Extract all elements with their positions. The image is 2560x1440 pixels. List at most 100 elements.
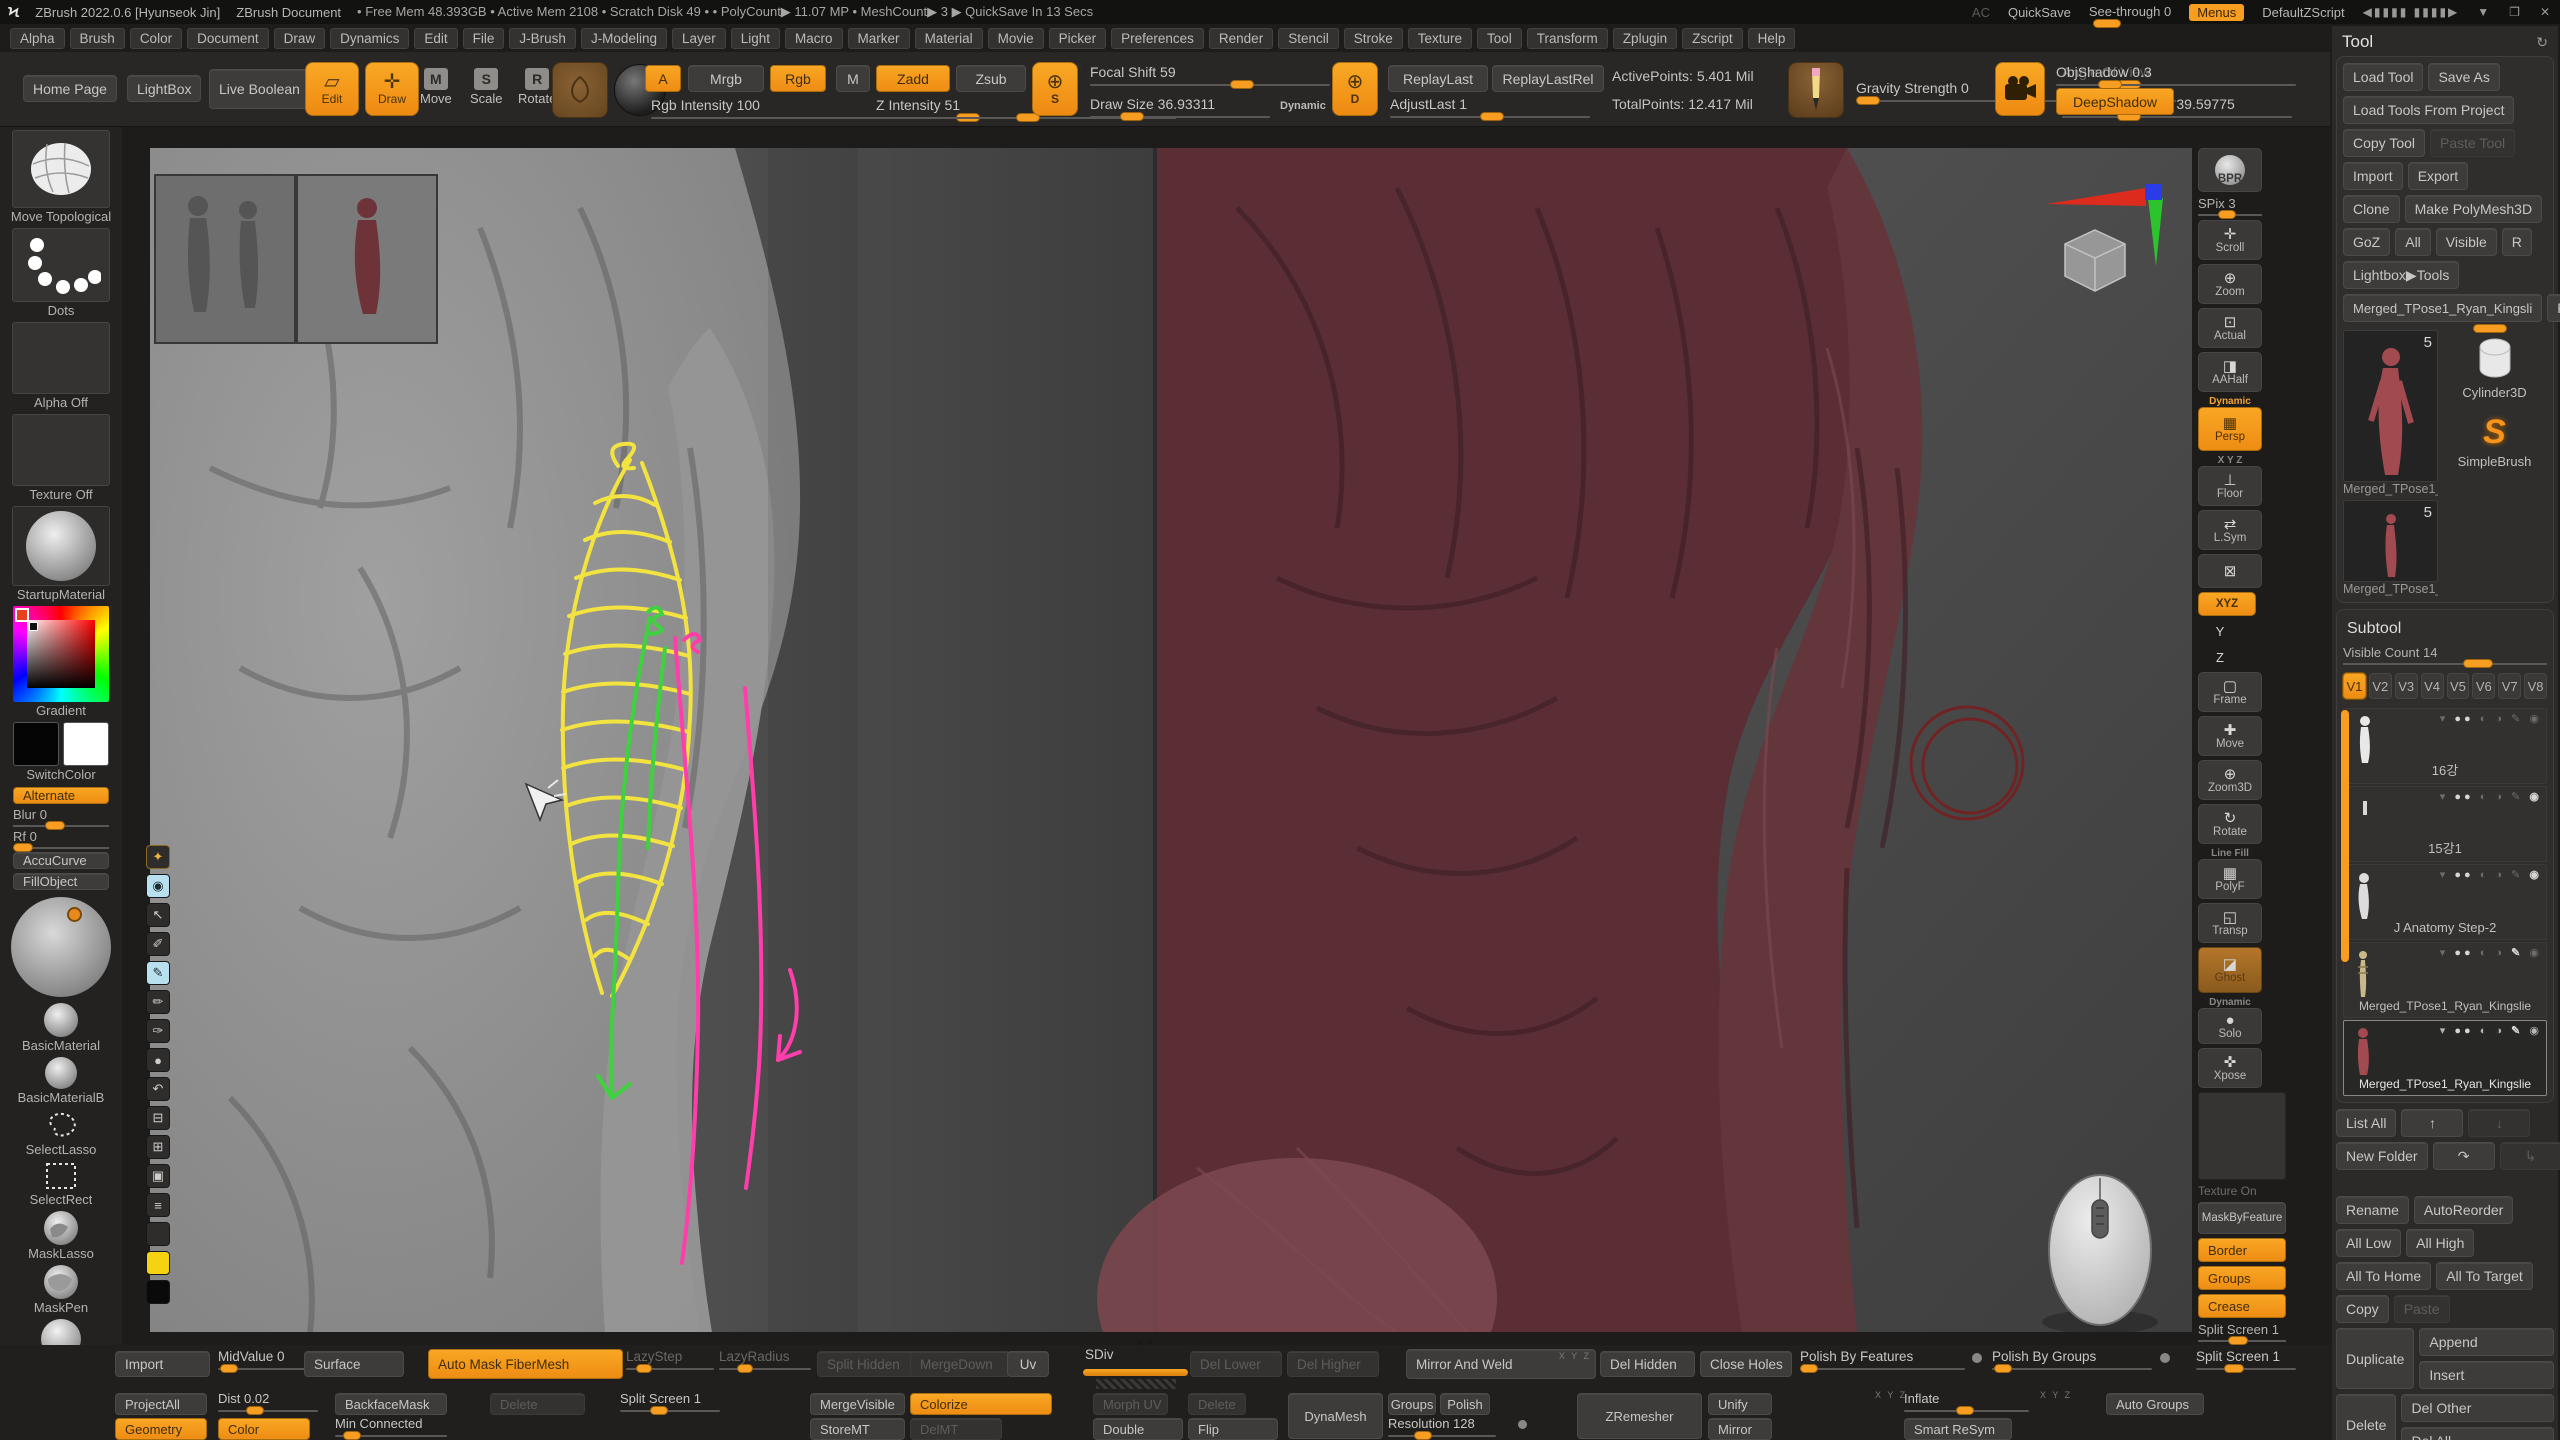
- mirror-weld-axes[interactable]: X Y Z: [1559, 1351, 1591, 1361]
- groups-polish-groups-button[interactable]: Groups: [1388, 1393, 1436, 1415]
- xpose-button[interactable]: ✜Xpose: [2198, 1048, 2262, 1088]
- move-down-button[interactable]: ↓: [2468, 1109, 2530, 1137]
- material-slot[interactable]: StartupMaterial: [11, 506, 111, 604]
- resolution-toggle[interactable]: [1518, 1420, 1527, 1429]
- draw-mode-button[interactable]: ✛ Draw: [365, 62, 419, 116]
- rotate-mode-button[interactable]: R Rotate: [518, 68, 556, 106]
- surface-button[interactable]: Surface: [304, 1351, 404, 1377]
- active-tool-r-button[interactable]: R: [2547, 294, 2560, 322]
- menu-transform[interactable]: Transform: [1527, 28, 1608, 49]
- aahalf-button[interactable]: ◨AAHalf: [2198, 352, 2262, 392]
- split-hidden-button[interactable]: Split Hidden: [817, 1351, 917, 1377]
- goz-r-button[interactable]: R: [2502, 228, 2532, 256]
- duplicate-button[interactable]: Duplicate: [2336, 1328, 2414, 1389]
- right-viewport-muscle-model[interactable]: [1097, 148, 2192, 1332]
- polish-by-features-slider[interactable]: Polish By Features: [1800, 1349, 1965, 1370]
- menu-render[interactable]: Render: [1209, 28, 1273, 49]
- del-all-button[interactable]: Del All: [2401, 1427, 2554, 1440]
- menu-brush[interactable]: Brush: [70, 28, 125, 49]
- fibermesh-import-button[interactable]: Import: [115, 1351, 210, 1377]
- tab-v3[interactable]: V3: [2395, 673, 2418, 699]
- document-canvas[interactable]: ✦ ◉ ↖ ✐ ✎ ✏ ✑ ● ↶ ⊟ ⊞ ▣ ≡ ▲▼: [150, 148, 2192, 1332]
- fillobject-button[interactable]: FillObject: [13, 873, 109, 890]
- menu-macro[interactable]: Macro: [785, 28, 843, 49]
- active-tool-thumbnail[interactable]: 5: [2343, 330, 2438, 482]
- double-button[interactable]: Double: [1093, 1418, 1183, 1440]
- frame-button[interactable]: ▢Frame: [2198, 672, 2262, 712]
- polish-features-toggle[interactable]: [1972, 1353, 1982, 1363]
- all-low-button[interactable]: All Low: [2336, 1229, 2401, 1257]
- lightbox-button[interactable]: LightBox: [127, 75, 201, 102]
- dist-slider[interactable]: Dist 0.02: [218, 1391, 318, 1412]
- goz-button[interactable]: GoZ: [2343, 228, 2390, 256]
- current-brush-preview[interactable]: [552, 62, 608, 118]
- blur-slider[interactable]: Blur 0: [13, 807, 109, 827]
- scale-mode-button[interactable]: S Scale: [470, 68, 503, 106]
- load-tool-button[interactable]: Load Tool: [2343, 63, 2423, 91]
- min-connected-slider[interactable]: Min Connected: [335, 1416, 447, 1437]
- color-tab[interactable]: Color: [218, 1418, 310, 1440]
- rotate-z-button[interactable]: Z: [2198, 646, 2242, 668]
- merge-down-button[interactable]: MergeDown: [910, 1351, 1010, 1377]
- black-swatch[interactable]: [146, 1280, 170, 1304]
- inflate-slider[interactable]: Inflate: [1904, 1391, 2029, 1412]
- light-icon[interactable]: ✦: [146, 845, 170, 869]
- lazy-step-slider[interactable]: LazyStep: [626, 1349, 714, 1370]
- rf-slider[interactable]: Rf 0: [13, 829, 109, 849]
- paste-tool-button[interactable]: Paste Tool: [2430, 129, 2515, 157]
- polyf-button[interactable]: ▦PolyF: [2198, 859, 2262, 899]
- uv-button[interactable]: Uv: [1007, 1351, 1049, 1377]
- secondary-color-swatch[interactable]: [63, 722, 109, 766]
- menu-picker[interactable]: Picker: [1049, 28, 1107, 49]
- menu-stroke[interactable]: Stroke: [1344, 28, 1403, 49]
- draw-size-slider[interactable]: Draw Size 36.93311: [1090, 96, 1270, 118]
- move3d-button[interactable]: ✚Move: [2198, 716, 2262, 756]
- lightbox-tools-button[interactable]: Lightbox▶Tools: [2343, 261, 2459, 289]
- unify-axes[interactable]: X Y Z: [1875, 1390, 1907, 1400]
- texture-slot[interactable]: Texture Off: [11, 414, 111, 504]
- subtool-item-selected[interactable]: ▾ ●● ◐ ◑ ✎ ◉ Merged_TPose1_Ryan_Kingslie: [2343, 1020, 2547, 1096]
- close-icon[interactable]: ✕: [2540, 5, 2552, 19]
- load-tools-from-project-button[interactable]: Load Tools From Project: [2343, 96, 2514, 124]
- menu-layer[interactable]: Layer: [672, 28, 726, 49]
- camera-lock-button[interactable]: ⊠: [2198, 554, 2262, 588]
- resolution-slider[interactable]: Resolution 128: [1388, 1416, 1496, 1437]
- subtool-item[interactable]: ▾ ●● ◐ ◑ ✎ ◉ Merged_TPose1_Ryan_Kingslie: [2343, 942, 2547, 1018]
- brush-slot[interactable]: Move Topological: [11, 130, 111, 226]
- close-holes-button[interactable]: Close Holes: [1700, 1351, 1792, 1377]
- restore-icon[interactable]: ❐: [2509, 5, 2522, 19]
- del-hidden-button[interactable]: Del Hidden: [1600, 1351, 1695, 1377]
- menu-draw[interactable]: Draw: [274, 28, 326, 49]
- bpr-button[interactable]: BPR: [2198, 148, 2262, 192]
- picker-sphere[interactable]: [11, 897, 111, 997]
- merge-visible-button[interactable]: MergeVisible: [810, 1393, 905, 1415]
- zsub-button[interactable]: Zsub: [956, 65, 1026, 92]
- move-in-button[interactable]: ↳: [2500, 1142, 2560, 1170]
- del-higher-button[interactable]: Del Higher: [1287, 1351, 1379, 1377]
- cylinder3d-tool[interactable]: Cylinder3D: [2442, 330, 2547, 404]
- menu-zplugin[interactable]: Zplugin: [1613, 28, 1677, 49]
- image-icon[interactable]: ▣: [146, 1164, 170, 1188]
- basic-material-b-slot[interactable]: BasicMaterialB: [11, 1057, 111, 1107]
- palette-swatch-icon[interactable]: [146, 1222, 170, 1246]
- floor-button[interactable]: ⊥Floor: [2198, 466, 2262, 506]
- menu-color[interactable]: Color: [130, 28, 182, 49]
- minimize-icon[interactable]: ▼: [2477, 5, 2491, 19]
- dock-toggle-icons[interactable]: ◀▮▮▮▮ ▮▮▮▮▶: [2363, 5, 2460, 19]
- store-mt-button[interactable]: StoreMT: [810, 1418, 905, 1440]
- menu-document[interactable]: Document: [187, 28, 269, 49]
- ghost-button[interactable]: ◪Ghost: [2198, 947, 2262, 993]
- goz-visible-button[interactable]: Visible: [2436, 228, 2497, 256]
- all-to-home-button[interactable]: All To Home: [2336, 1262, 2431, 1290]
- main-color-swatch[interactable]: [13, 722, 59, 766]
- geometry-tab[interactable]: Geometry: [115, 1418, 207, 1440]
- export-tool-button[interactable]: Export: [2408, 162, 2468, 190]
- menu-edit[interactable]: Edit: [414, 28, 457, 49]
- yellow-swatch[interactable]: [146, 1251, 170, 1275]
- notes-icon[interactable]: ≡: [146, 1193, 170, 1217]
- replay-last-rel-button[interactable]: ReplayLastRel: [1492, 65, 1604, 92]
- pen-icon[interactable]: ✐: [146, 932, 170, 956]
- goz-all-button[interactable]: All: [2395, 228, 2431, 256]
- tab-v1[interactable]: V1: [2343, 673, 2366, 699]
- unify-button[interactable]: Unify: [1708, 1393, 1772, 1415]
